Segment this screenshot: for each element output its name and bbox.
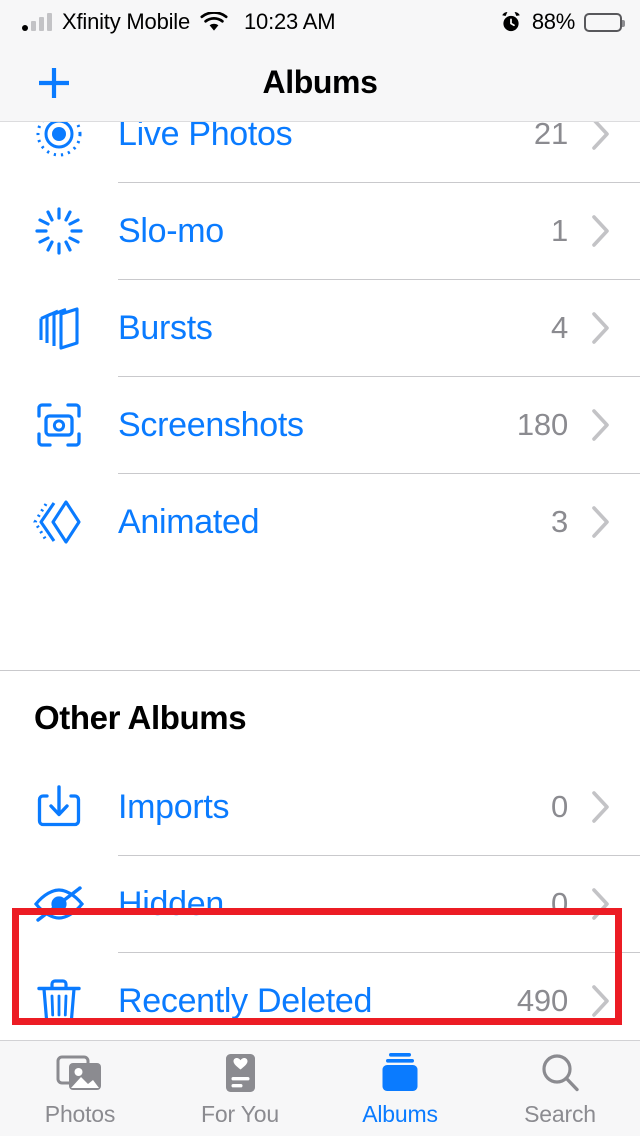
album-label: Bursts: [118, 308, 213, 347]
tab-label: Photos: [44, 1100, 116, 1127]
album-row-animated[interactable]: Animated 3: [0, 474, 640, 570]
album-count: 0: [550, 886, 568, 921]
search-icon: [538, 1050, 582, 1096]
album-label: Slo-mo: [118, 211, 224, 250]
tab-for-you[interactable]: For You: [160, 1041, 320, 1136]
animated-icon: [0, 495, 118, 549]
chevron-right-icon: [584, 983, 618, 1019]
chevron-right-icon: [584, 122, 618, 152]
albums-scroll-view[interactable]: Live Photos 21 Slo-mo 1 Bursts 4 Screens…: [0, 122, 640, 1040]
chevron-right-icon: [584, 407, 618, 443]
album-label: Recently Deleted: [118, 981, 373, 1020]
for-you-icon: [218, 1050, 262, 1096]
album-label: Screenshots: [118, 405, 304, 444]
tab-albums[interactable]: Albums: [320, 1041, 480, 1136]
album-count: 180: [516, 407, 568, 442]
screenshots-icon: [0, 399, 118, 451]
album-row-bursts[interactable]: Bursts 4: [0, 280, 640, 376]
bursts-icon: [0, 301, 118, 355]
status-bar-right: 88%: [499, 9, 625, 35]
chevron-right-icon: [584, 310, 618, 346]
album-row-live-photos[interactable]: Live Photos 21: [0, 122, 640, 182]
hidden-eye-slash-icon: [0, 876, 118, 932]
status-bar-left: Xfinity Mobile: [22, 9, 228, 35]
alarm-clock-icon: [499, 10, 523, 34]
album-count: 4: [550, 310, 568, 345]
section-header-other-albums: Other Albums: [34, 699, 247, 736]
tab-photos[interactable]: Photos: [0, 1041, 160, 1136]
trash-icon: [0, 975, 118, 1027]
album-row-slo-mo[interactable]: Slo-mo 1: [0, 183, 640, 279]
album-row-recently-deleted[interactable]: Recently Deleted 490: [0, 953, 640, 1040]
tab-label: For You: [201, 1100, 279, 1127]
album-row-hidden[interactable]: Hidden 0: [0, 856, 640, 952]
clock-time: 10:23 AM: [244, 9, 336, 34]
status-bar: Xfinity Mobile 10:23 AM 88%: [0, 0, 640, 44]
album-row-screenshots[interactable]: Screenshots 180: [0, 377, 640, 473]
album-row-imports[interactable]: Imports 0: [0, 759, 640, 855]
album-count: 1: [550, 213, 568, 248]
tab-search[interactable]: Search: [480, 1041, 640, 1136]
albums-list: Live Photos 21 Slo-mo 1 Bursts 4 Screens…: [0, 122, 640, 1040]
battery-percent-label: 88%: [531, 9, 575, 34]
cellular-signal-icon: [22, 13, 52, 31]
slo-mo-icon: [0, 204, 118, 258]
photos-icon: [56, 1050, 104, 1096]
battery-icon: [584, 12, 625, 32]
chevron-right-icon: [584, 504, 618, 540]
chevron-right-icon: [584, 886, 618, 922]
chevron-right-icon: [584, 789, 618, 825]
chevron-right-icon: [584, 213, 618, 249]
tab-bar: Photos For You Albums Search: [0, 1040, 640, 1136]
album-count: 490: [516, 983, 568, 1018]
section-gap: [0, 570, 640, 670]
album-label: Animated: [118, 502, 260, 541]
tab-label: Albums: [362, 1100, 438, 1127]
album-label: Hidden: [118, 884, 224, 923]
albums-icon: [376, 1050, 424, 1096]
carrier-label: Xfinity Mobile: [62, 9, 191, 34]
imports-icon: [0, 781, 118, 833]
live-photos-icon: [0, 122, 118, 160]
album-label: Imports: [118, 787, 230, 826]
navigation-bar: Albums: [0, 44, 640, 122]
page-title: Albums: [262, 64, 378, 100]
wifi-icon: [200, 11, 228, 33]
tab-label: Search: [524, 1100, 596, 1127]
album-count: 21: [533, 122, 568, 151]
album-count: 0: [550, 789, 568, 824]
album-count: 3: [550, 504, 568, 539]
album-label: Live Photos: [118, 122, 293, 153]
